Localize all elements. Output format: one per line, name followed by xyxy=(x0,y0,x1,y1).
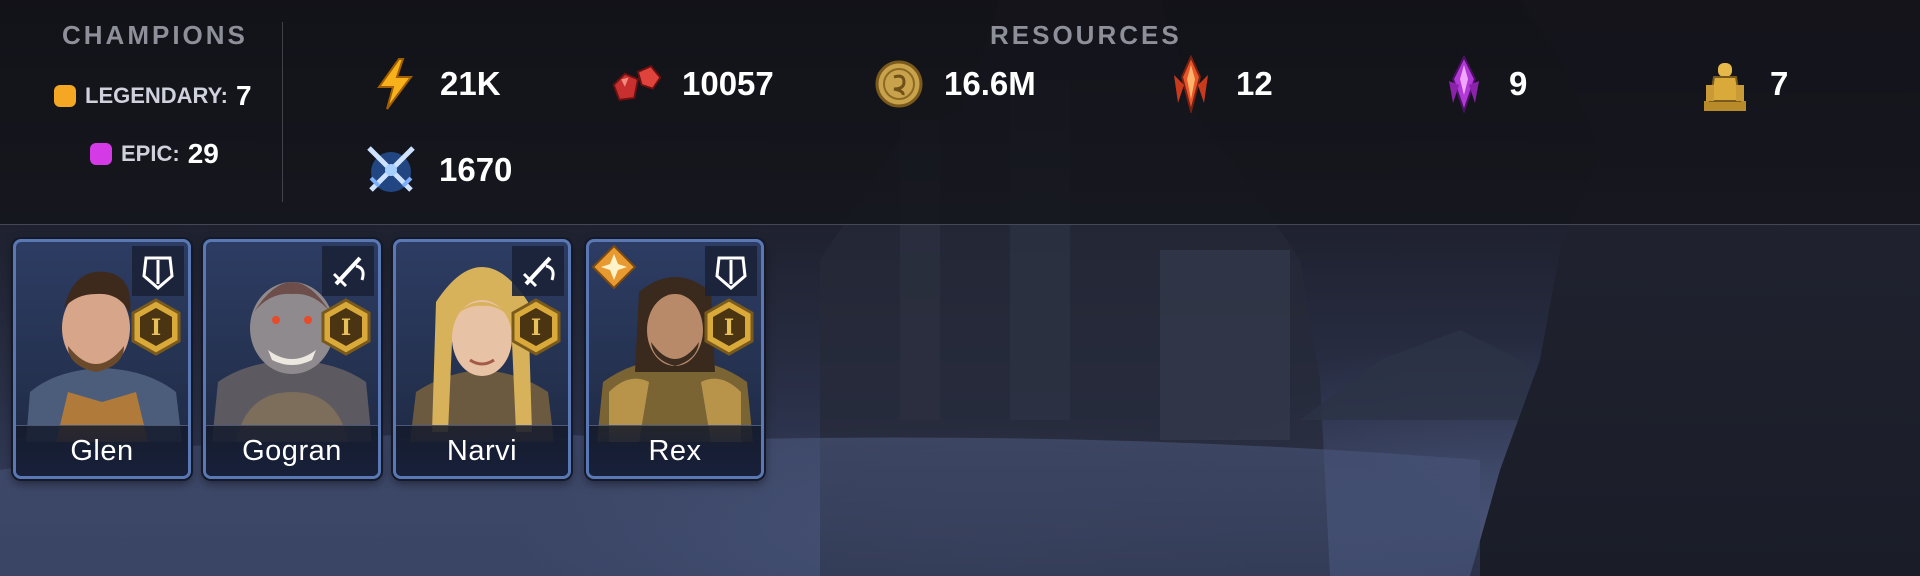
epic-dot-icon xyxy=(90,143,112,165)
champion-card-narvi[interactable]: I Narvi xyxy=(393,239,571,479)
resources-section-title: RESOURCES xyxy=(990,20,1182,50)
silver-coin-icon xyxy=(872,57,926,111)
golden-statues-value: 7 xyxy=(1770,65,1789,102)
rank-text: I xyxy=(724,315,734,341)
rank-badge: I xyxy=(511,298,561,356)
champion-card-rex[interactable]: I Rex xyxy=(586,239,764,479)
resource-golden-statues[interactable]: 7 xyxy=(1698,57,1788,111)
golden-statue-icon xyxy=(1698,57,1752,111)
epic-value: 29 xyxy=(187,138,219,169)
energy-value: 21K xyxy=(440,65,501,102)
section-divider xyxy=(282,22,283,202)
champions-section-title: CHAMPIONS xyxy=(62,20,248,50)
glen-name: Glen xyxy=(70,435,134,467)
resource-rubies[interactable]: 10057 xyxy=(610,57,774,111)
flame-shards-value: 12 xyxy=(1236,65,1273,102)
epic-label: EPIC: xyxy=(121,141,180,166)
rubies-value: 10057 xyxy=(682,65,774,102)
rank-badge: I xyxy=(704,298,754,356)
void-shards-value: 9 xyxy=(1509,65,1528,102)
attack-sword-icon xyxy=(512,246,564,296)
resource-silver[interactable]: 16.6M xyxy=(872,57,1036,111)
rex-name: Rex xyxy=(648,435,702,467)
crossed-swords-icon xyxy=(361,140,421,200)
legendary-count: LEGENDARY: 7 xyxy=(54,80,252,112)
narvi-name: Narvi xyxy=(446,435,518,467)
champion-card-glen[interactable]: I Glen xyxy=(13,239,191,479)
void-shard-icon xyxy=(1437,55,1491,113)
rank-text: I xyxy=(531,315,541,341)
rank-text: I xyxy=(341,315,351,341)
resource-flame-shards[interactable]: 12 xyxy=(1164,55,1273,113)
legendary-value: 7 xyxy=(236,80,252,111)
resource-energy[interactable]: 21K xyxy=(368,57,501,111)
resource-arena-tokens[interactable]: 1670 xyxy=(361,140,512,200)
rank-badge: I xyxy=(321,298,371,356)
champion-card-gogran[interactable]: I Gogran xyxy=(203,239,381,479)
attack-sword-icon xyxy=(322,246,374,296)
defense-helmet-icon xyxy=(132,246,184,296)
rank-text: I xyxy=(151,315,161,341)
rank-badge: I xyxy=(131,298,181,356)
flame-shard-icon xyxy=(1164,55,1218,113)
legendary-label: LEGENDARY: xyxy=(85,83,228,108)
force-affinity-icon xyxy=(591,244,637,290)
summary-panel xyxy=(0,0,1920,225)
silver-value: 16.6M xyxy=(944,65,1036,102)
resource-void-shards[interactable]: 9 xyxy=(1437,55,1528,113)
legendary-dot-icon xyxy=(54,85,76,107)
arena-tokens-value: 1670 xyxy=(439,151,513,188)
epic-count: EPIC: 29 xyxy=(90,138,219,170)
defense-helmet-icon xyxy=(705,246,757,296)
energy-icon xyxy=(368,57,422,111)
gogran-name: Gogran xyxy=(242,435,342,467)
ruby-gems-icon xyxy=(610,57,664,111)
